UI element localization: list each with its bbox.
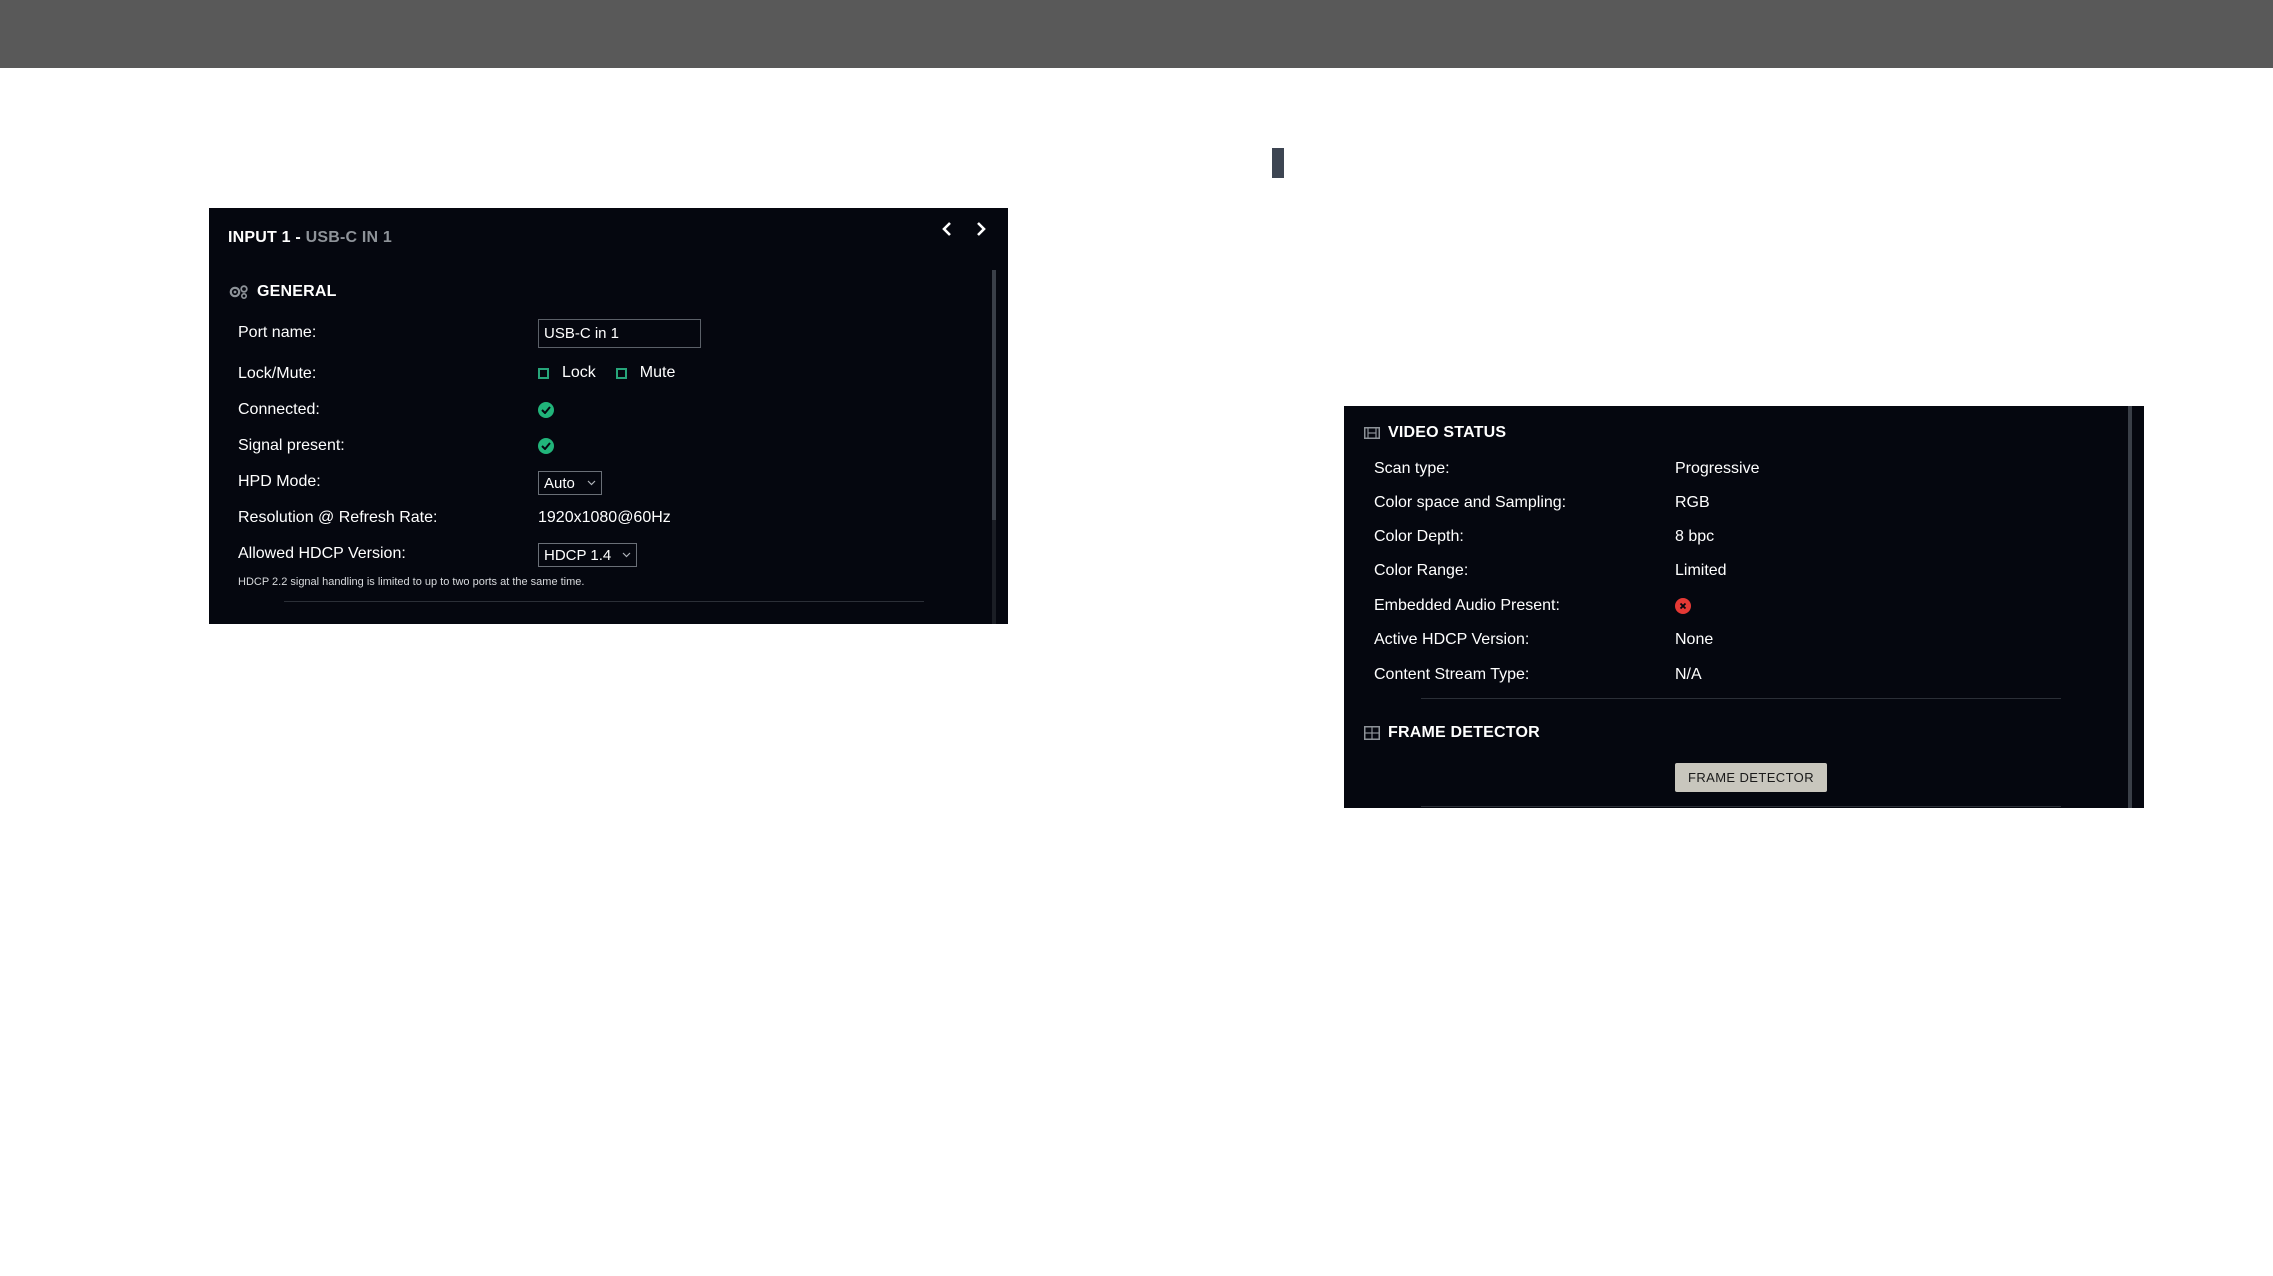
- chevron-down-icon: [587, 480, 596, 486]
- section-divider: [284, 601, 924, 602]
- hpd-mode-value: Auto: [544, 474, 575, 492]
- top-bar: [0, 0, 2273, 68]
- title-separator: -: [290, 229, 306, 246]
- chevron-down-icon: [622, 552, 631, 558]
- hdcp-note: HDCP 2.2 signal handling is limited to u…: [238, 576, 585, 588]
- connected-label: Connected:: [238, 401, 320, 418]
- active-hdcp-label: Active HDCP Version:: [1374, 631, 1530, 648]
- grid-icon: [1364, 726, 1380, 740]
- video-status-section-header: VIDEO STATUS: [1364, 424, 1506, 442]
- input-settings-panel: INPUT 1 - USB-C IN 1 GENERAL Port name: …: [209, 208, 1008, 624]
- scrollbar-thumb[interactable]: [2128, 406, 2132, 808]
- hdcp-version-value: HDCP 1.4: [544, 546, 612, 564]
- section-marker: [1272, 148, 1284, 178]
- hdcp-version-select[interactable]: HDCP 1.4: [538, 543, 637, 567]
- color-space-value: RGB: [1675, 494, 1710, 511]
- frame-detector-button[interactable]: FRAME DETECTOR: [1675, 763, 1827, 792]
- scrollbar[interactable]: [992, 270, 996, 624]
- video-status-heading: VIDEO STATUS: [1388, 424, 1507, 441]
- lock-checkbox[interactable]: [538, 367, 549, 379]
- next-port-button[interactable]: [968, 216, 994, 242]
- audio-error-icon: [1675, 598, 1691, 614]
- scrollbar-thumb[interactable]: [992, 270, 996, 520]
- input-subtitle: USB-C IN 1: [305, 229, 393, 246]
- connected-check-icon: [538, 402, 554, 418]
- mute-toggle[interactable]: Mute: [615, 364, 676, 382]
- embedded-audio-label: Embedded Audio Present:: [1374, 597, 1560, 614]
- input-title: INPUT 1: [228, 229, 291, 246]
- lock-label: Lock: [562, 364, 596, 381]
- scan-type-value: Progressive: [1675, 460, 1760, 477]
- lock-toggle[interactable]: Lock: [538, 364, 596, 382]
- active-hdcp-value: None: [1675, 631, 1714, 648]
- content-stream-value: N/A: [1675, 666, 1702, 683]
- chevron-left-icon: [942, 222, 951, 236]
- hdcp-label: Allowed HDCP Version:: [238, 545, 406, 562]
- general-section-header: GENERAL: [228, 283, 337, 301]
- film-icon: [1364, 427, 1380, 439]
- port-name-input[interactable]: [538, 319, 701, 348]
- gears-icon: [229, 285, 248, 300]
- lock-mute-controls: Lock Mute: [538, 364, 695, 382]
- scan-type-label: Scan type:: [1374, 460, 1450, 477]
- frame-detector-section-header: FRAME DETECTOR: [1364, 724, 1540, 742]
- lock-mute-label: Lock/Mute:: [238, 365, 317, 382]
- port-name-label: Port name:: [238, 324, 317, 341]
- section-divider: [1421, 806, 2061, 807]
- video-status-panel: VIDEO STATUS Scan type: Progressive Colo…: [1344, 406, 2144, 808]
- color-depth-value: 8 bpc: [1675, 528, 1715, 545]
- color-space-label: Color space and Sampling:: [1374, 494, 1567, 511]
- hpd-mode-select[interactable]: Auto: [538, 471, 602, 495]
- mute-checkbox[interactable]: [615, 367, 627, 379]
- section-divider: [1421, 698, 2061, 699]
- general-heading: GENERAL: [257, 283, 337, 300]
- hpd-mode-label: HPD Mode:: [238, 473, 321, 490]
- signal-check-icon: [538, 438, 554, 454]
- resolution-value: 1920x1080@60Hz: [538, 509, 671, 526]
- resolution-label: Resolution @ Refresh Rate:: [238, 509, 438, 526]
- chevron-right-icon: [977, 222, 986, 236]
- scrollbar[interactable]: [2128, 406, 2132, 808]
- signal-present-label: Signal present:: [238, 437, 345, 454]
- frame-detector-heading: FRAME DETECTOR: [1388, 724, 1540, 741]
- mute-label: Mute: [639, 364, 676, 381]
- color-range-label: Color Range:: [1374, 562, 1469, 579]
- color-depth-label: Color Depth:: [1374, 528, 1464, 545]
- color-range-value: Limited: [1675, 562, 1727, 579]
- content-stream-label: Content Stream Type:: [1374, 666, 1530, 683]
- panel-title: INPUT 1 - USB-C IN 1: [228, 229, 392, 247]
- previous-port-button[interactable]: [934, 216, 960, 242]
